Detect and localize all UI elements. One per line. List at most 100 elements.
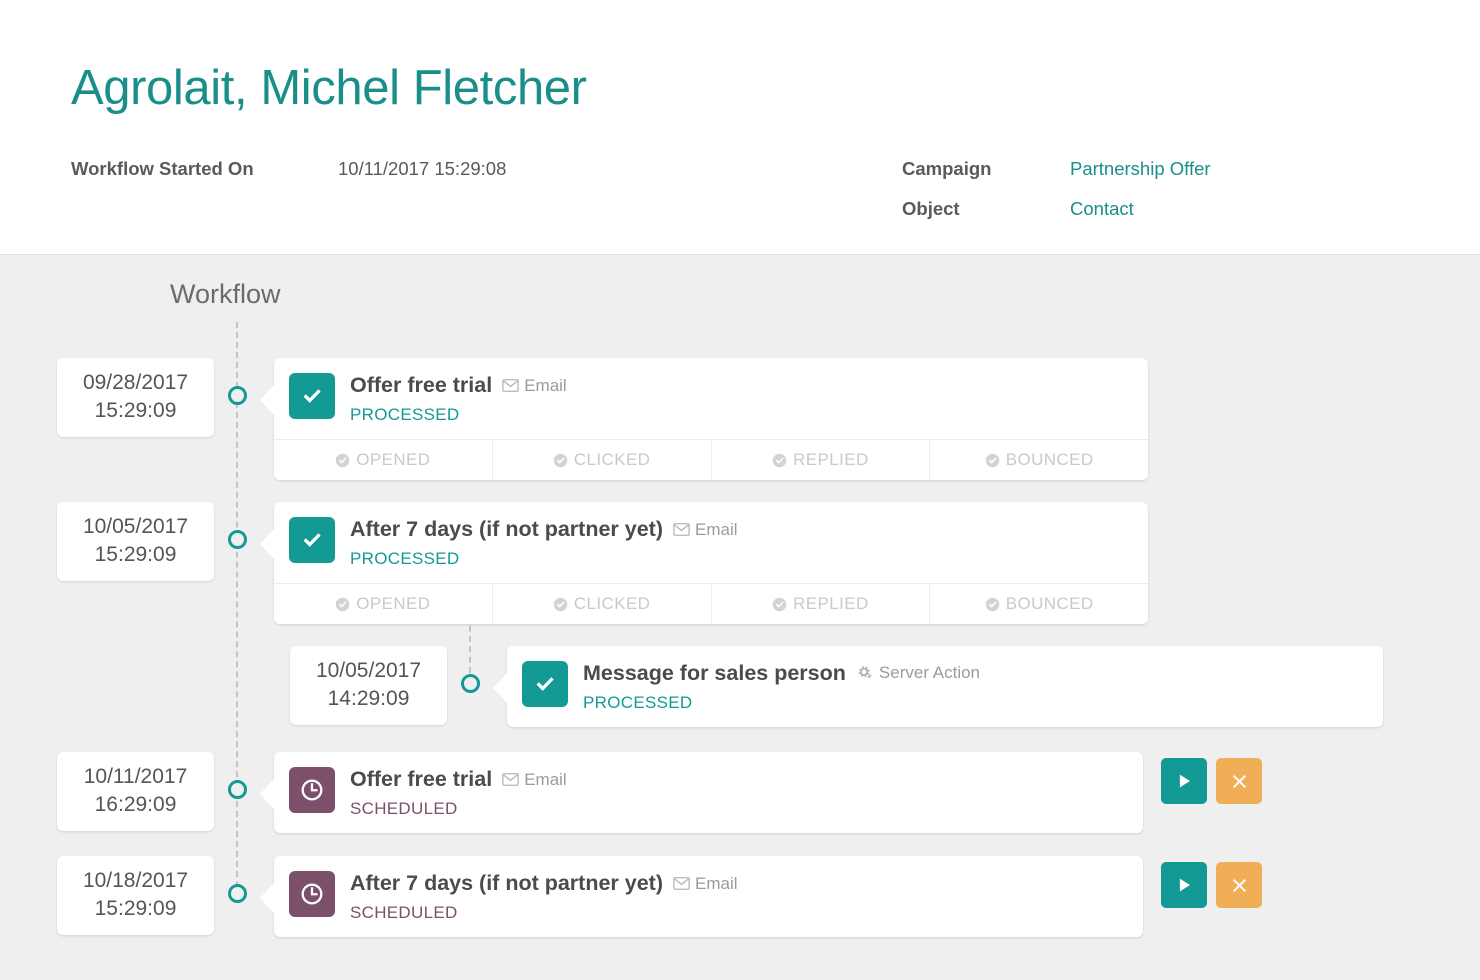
card-status: PROCESSED: [350, 405, 460, 424]
timeline-date-chip: 10/18/2017 15:29:09: [57, 856, 214, 935]
status-cell-replied: REPLIED: [712, 584, 931, 624]
card-status: PROCESSED: [350, 549, 460, 568]
card-title-line: Offer free trial Email: [350, 373, 567, 398]
timeline-node: [228, 530, 247, 549]
timeline-activity-card[interactable]: Message for sales person Server Action PRO…: [493, 646, 1383, 727]
check-icon: [289, 373, 335, 419]
timeline-node: [461, 674, 480, 693]
check-circle-icon: [335, 453, 350, 468]
status-cell-opened: OPENED: [274, 584, 493, 624]
workflow-section-label: Workflow: [170, 279, 281, 309]
card-title-line: After 7 days (if not partner yet) Email: [350, 517, 738, 542]
card-text-block: After 7 days (if not partner yet) Email SC…: [350, 870, 738, 923]
status-cell-label: BOUNCED: [1005, 450, 1094, 469]
cancel-button[interactable]: [1216, 758, 1262, 804]
timeline-date-chip: 10/05/2017 15:29:09: [57, 502, 214, 581]
timeline-time: 16:29:09: [94, 793, 177, 816]
envelope-icon: [502, 773, 519, 786]
clock-icon: [289, 767, 335, 813]
clock-icon: [289, 871, 335, 917]
header-meta-left: Workflow Started On 10/11/2017 15:29:08: [71, 158, 506, 198]
card-pointer-arrow: [260, 384, 275, 416]
check-icon: [289, 517, 335, 563]
meta-row-workflow-started-on: Workflow Started On 10/11/2017 15:29:08: [71, 158, 506, 198]
timeline-activity-card[interactable]: After 7 days (if not partner yet) Email SC…: [260, 856, 1143, 937]
card-pointer-arrow: [260, 882, 275, 914]
timeline-time: 15:29:09: [94, 399, 177, 422]
timeline-date: 10/18/2017: [82, 869, 189, 892]
timeline-activity-card[interactable]: Offer free trial Email PROCESSED OPENED CLIC…: [260, 358, 1148, 480]
card-kind: Email: [502, 770, 567, 790]
status-cell-replied: REPLIED: [712, 440, 931, 480]
email-status-strip: OPENED CLICKED REPLIED BOUNCED: [274, 439, 1148, 480]
envelope-icon: [673, 523, 690, 536]
timeline-time: 14:29:09: [327, 687, 410, 710]
run-now-button[interactable]: [1161, 862, 1207, 908]
meta-label-workflow-started-on: Workflow Started On: [71, 158, 254, 179]
card-text-block: Offer free trial Email PROCESSED: [350, 372, 567, 425]
card-actions: [1161, 758, 1262, 804]
play-icon: [1173, 770, 1195, 792]
email-status-strip: OPENED CLICKED REPLIED BOUNCED: [274, 583, 1148, 624]
timeline-date-chip: 10/11/2017 16:29:09: [57, 752, 214, 831]
status-cell-bounced: BOUNCED: [930, 584, 1148, 624]
timeline-date: 10/05/2017: [315, 659, 422, 682]
card-kind-label: Server Action: [878, 662, 981, 682]
card-title: After 7 days (if not partner yet): [350, 871, 663, 895]
card-title: Message for sales person: [583, 661, 846, 685]
card-title: Offer free trial: [350, 373, 493, 397]
timeline-time: 15:29:09: [94, 543, 177, 566]
timeline-date-chip: 10/05/2017 14:29:09: [290, 646, 447, 725]
card-status: SCHEDULED: [350, 903, 458, 922]
card-kind: Server Action: [856, 663, 980, 683]
card-kind-label: Email: [695, 873, 738, 893]
timeline-activity-card[interactable]: After 7 days (if not partner yet) Email PR…: [260, 502, 1148, 624]
gears-icon: [856, 665, 874, 680]
run-now-button[interactable]: [1161, 758, 1207, 804]
card-kind: Email: [502, 376, 567, 396]
card-body: After 7 days (if not partner yet) Email SC…: [274, 856, 1143, 937]
timeline-date: 09/28/2017: [82, 371, 189, 394]
status-cell-label: OPENED: [356, 450, 431, 469]
status-cell-label: OPENED: [356, 594, 431, 613]
card-text-block: After 7 days (if not partner yet) Email PR…: [350, 516, 738, 569]
card-kind-label: Email: [524, 769, 567, 789]
meta-value-object[interactable]: Contact: [1070, 198, 1134, 220]
card-kind-label: Email: [695, 519, 738, 539]
timeline-node: [228, 780, 247, 799]
meta-row-object: Object Contact: [902, 198, 1211, 238]
card-body: Offer free trial Email PROCESSED: [274, 358, 1148, 439]
card-status: SCHEDULED: [350, 799, 458, 818]
meta-label-object: Object: [902, 198, 960, 219]
status-cell-label: CLICKED: [573, 594, 651, 613]
card-text-block: Message for sales person Server Action PRO…: [583, 660, 980, 713]
card-status: PROCESSED: [583, 693, 693, 712]
card-actions: [1161, 862, 1262, 908]
x-icon: [1230, 772, 1249, 791]
check-circle-icon: [553, 597, 568, 612]
status-cell-opened: OPENED: [274, 440, 493, 480]
card-kind-label: Email: [524, 375, 567, 395]
cancel-button[interactable]: [1216, 862, 1262, 908]
card-pointer-arrow: [260, 778, 275, 810]
x-icon: [1230, 876, 1249, 895]
timeline-date-chip: 09/28/2017 15:29:09: [57, 358, 214, 437]
timeline-node: [228, 386, 247, 405]
status-cell-label: REPLIED: [793, 594, 869, 613]
meta-row-campaign: Campaign Partnership Offer: [902, 158, 1211, 198]
workflow-timeline: Workflow 09/28/2017 15:29:09 Offer free tr…: [0, 256, 1480, 980]
meta-value-campaign[interactable]: Partnership Offer: [1070, 158, 1211, 180]
check-circle-icon: [772, 453, 787, 468]
timeline-activity-card[interactable]: Offer free trial Email SCHEDULED: [260, 752, 1143, 833]
card-pointer-arrow: [493, 672, 508, 704]
check-icon: [522, 661, 568, 707]
card-body: Message for sales person Server Action PRO…: [507, 646, 1383, 727]
card-title-line: Offer free trial Email: [350, 767, 567, 792]
card-body: Offer free trial Email SCHEDULED: [274, 752, 1143, 833]
status-cell-label: BOUNCED: [1005, 594, 1094, 613]
timeline-time: 15:29:09: [94, 897, 177, 920]
card-title: After 7 days (if not partner yet): [350, 517, 663, 541]
play-icon: [1173, 874, 1195, 896]
envelope-icon: [673, 877, 690, 890]
status-cell-label: REPLIED: [793, 450, 869, 469]
